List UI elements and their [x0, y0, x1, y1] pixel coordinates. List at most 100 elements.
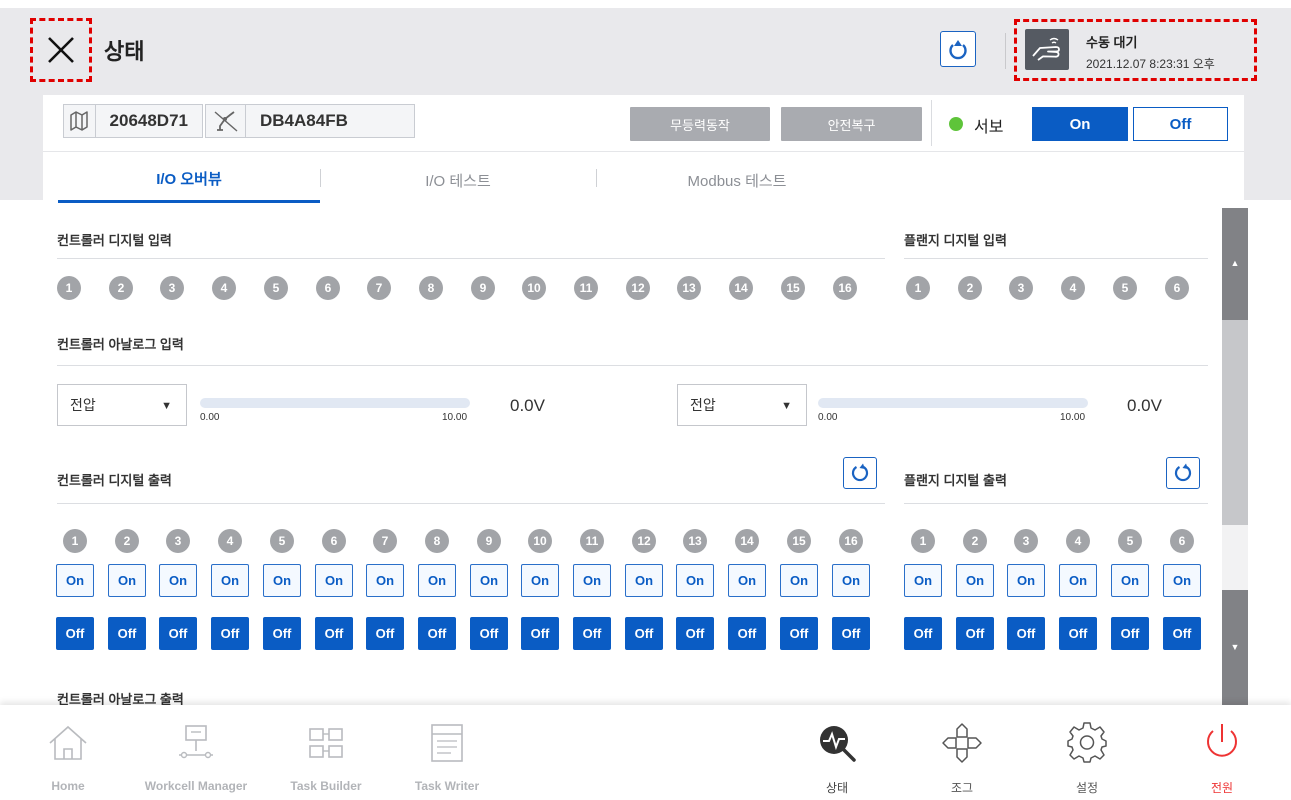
close-button[interactable] — [30, 18, 92, 82]
controller-output-16-off-button[interactable]: Off — [832, 617, 870, 650]
servo-off-button[interactable]: Off — [1133, 107, 1228, 141]
controller-digital-input-16: 16 — [833, 276, 857, 300]
freedrive-button[interactable]: 무등력동작 — [630, 107, 770, 141]
tab-modbus-test[interactable]: Modbus 테스트 — [596, 157, 878, 203]
flange-output-4-on-button[interactable]: On — [1059, 564, 1097, 597]
nav-jog-label: 조그 — [950, 781, 974, 795]
reset-button[interactable] — [940, 31, 976, 67]
dropdown-arrow-icon: ▼ — [781, 400, 792, 412]
nav-task-builder[interactable]: Task Builder — [278, 705, 374, 800]
section-title-flange-digital-input: 플랜지 디지털 입력 — [904, 233, 1007, 248]
nav-task-writer[interactable]: Task Writer — [404, 705, 490, 800]
flange-output-3-off-button[interactable]: Off — [1007, 617, 1045, 650]
flange-output-6-on-button[interactable]: On — [1163, 564, 1201, 597]
analog-input-2-min: 0.00 — [818, 412, 838, 423]
flange-output-1-on-button[interactable]: On — [904, 564, 942, 597]
controller-digital-input-4: 4 — [212, 276, 236, 300]
controller-output-12-on-button[interactable]: On — [625, 564, 663, 597]
status-mode-text: 수동 대기 — [1086, 35, 1138, 50]
section-divider — [904, 258, 1208, 259]
robot-arm-icon — [206, 105, 246, 137]
flange-output-2-off-button[interactable]: Off — [956, 617, 994, 650]
nav-home[interactable]: Home — [38, 705, 98, 800]
analog-input-1-mode-select[interactable]: 전압 ▼ — [57, 384, 187, 426]
flange-output-4-off-button[interactable]: Off — [1059, 617, 1097, 650]
nav-settings[interactable]: 설정 — [1065, 705, 1109, 800]
io-card: 20648D71 DB4A84FB 무등력동작 안전복구 서보 On Off I… — [43, 95, 1244, 205]
controller-digital-output-number-8: 8 — [425, 529, 449, 553]
controller-output-1-off-button[interactable]: Off — [56, 617, 94, 650]
flange-output-3-on-button[interactable]: On — [1007, 564, 1045, 597]
nav-status[interactable]: 상태 — [812, 705, 862, 800]
controller-output-6-on-button[interactable]: On — [315, 564, 353, 597]
servo-on-button[interactable]: On — [1032, 107, 1128, 141]
controller-digital-input-3: 3 — [160, 276, 184, 300]
flange-output-5-on-button[interactable]: On — [1111, 564, 1149, 597]
controller-output-14-off-button[interactable]: Off — [728, 617, 766, 650]
controller-output-refresh-button[interactable] — [843, 457, 877, 489]
controller-output-11-off-button[interactable]: Off — [573, 617, 611, 650]
controller-output-13-on-button[interactable]: On — [676, 564, 714, 597]
controller-output-5-off-button[interactable]: Off — [263, 617, 301, 650]
controller-digital-input-11: 11 — [574, 276, 598, 300]
nav-power[interactable]: 전원 — [1200, 705, 1244, 800]
controller-output-11-on-button[interactable]: On — [573, 564, 611, 597]
controller-output-8-off-button[interactable]: Off — [418, 617, 456, 650]
controller-output-13-off-button[interactable]: Off — [676, 617, 714, 650]
controller-output-7-off-button[interactable]: Off — [366, 617, 404, 650]
controller-output-10-on-button[interactable]: On — [521, 564, 559, 597]
flange-output-2-on-button[interactable]: On — [956, 564, 994, 597]
flange-output-6-off-button[interactable]: Off — [1163, 617, 1201, 650]
controller-digital-input-2: 2 — [109, 276, 133, 300]
servo-label: 서보 — [974, 119, 1004, 136]
analog-input-2-mode-select[interactable]: 전압 ▼ — [677, 384, 807, 426]
controller-output-2-off-button[interactable]: Off — [108, 617, 146, 650]
controller-output-4-on-button[interactable]: On — [211, 564, 249, 597]
scrollbar-thumb[interactable] — [1222, 525, 1248, 590]
controller-output-8-on-button[interactable]: On — [418, 564, 456, 597]
controller-digital-input-14: 14 — [729, 276, 753, 300]
controller-output-10-off-button[interactable]: Off — [521, 617, 559, 650]
nav-workcell-manager[interactable]: Workcell Manager — [130, 705, 262, 800]
controller-output-1-on-button[interactable]: On — [56, 564, 94, 597]
scrollbar-up-region[interactable]: ▲ — [1222, 208, 1248, 320]
flange-output-1-off-button[interactable]: Off — [904, 617, 942, 650]
analog-input-2-max: 10.00 — [1060, 412, 1086, 423]
flange-output-5-off-button[interactable]: Off — [1111, 617, 1149, 650]
flange-digital-input-1: 1 — [906, 276, 930, 300]
controller-output-15-on-button[interactable]: On — [780, 564, 818, 597]
safety-recovery-button[interactable]: 안전복구 — [781, 107, 922, 141]
controller-digital-output-number-10: 10 — [528, 529, 552, 553]
controller-output-15-off-button[interactable]: Off — [780, 617, 818, 650]
controller-digital-input-13: 13 — [677, 276, 701, 300]
tab-io-test[interactable]: I/O 테스트 — [320, 157, 596, 203]
controller-output-12-off-button[interactable]: Off — [625, 617, 663, 650]
nav-workcell-label: Workcell Manager — [144, 779, 248, 793]
controller-output-14-on-button[interactable]: On — [728, 564, 766, 597]
analog-input-1-max: 10.00 — [442, 412, 468, 423]
controller-output-5-on-button[interactable]: On — [263, 564, 301, 597]
nav-jog[interactable]: 조그 — [940, 705, 984, 800]
tab-io-overview[interactable]: I/O 오버뷰 — [58, 157, 320, 203]
controller-digital-input-12: 12 — [626, 276, 650, 300]
controller-output-9-on-button[interactable]: On — [470, 564, 508, 597]
controller-digital-output-number-9: 9 — [477, 529, 501, 553]
scroll-up-arrow-icon: ▲ — [1230, 258, 1240, 268]
scrollbar-down-region[interactable]: ▼ — [1222, 590, 1248, 705]
controller-digital-input-10: 10 — [522, 276, 546, 300]
analog-input-2-level-bar — [818, 398, 1088, 408]
controller-output-7-on-button[interactable]: On — [366, 564, 404, 597]
power-cycle-icon — [949, 40, 967, 60]
flange-digital-input-3: 3 — [1009, 276, 1033, 300]
controller-output-16-on-button[interactable]: On — [832, 564, 870, 597]
controller-output-6-off-button[interactable]: Off — [315, 617, 353, 650]
flange-digital-output-number-4: 4 — [1066, 529, 1090, 553]
controller-output-9-off-button[interactable]: Off — [470, 617, 508, 650]
controller-output-4-off-button[interactable]: Off — [211, 617, 249, 650]
flange-output-refresh-button[interactable] — [1166, 457, 1200, 489]
controller-output-3-on-button[interactable]: On — [159, 564, 197, 597]
controller-digital-output-number-11: 11 — [580, 529, 604, 553]
controller-output-2-on-button[interactable]: On — [108, 564, 146, 597]
controller-output-3-off-button[interactable]: Off — [159, 617, 197, 650]
nav-power-label: 전원 — [1210, 781, 1234, 795]
